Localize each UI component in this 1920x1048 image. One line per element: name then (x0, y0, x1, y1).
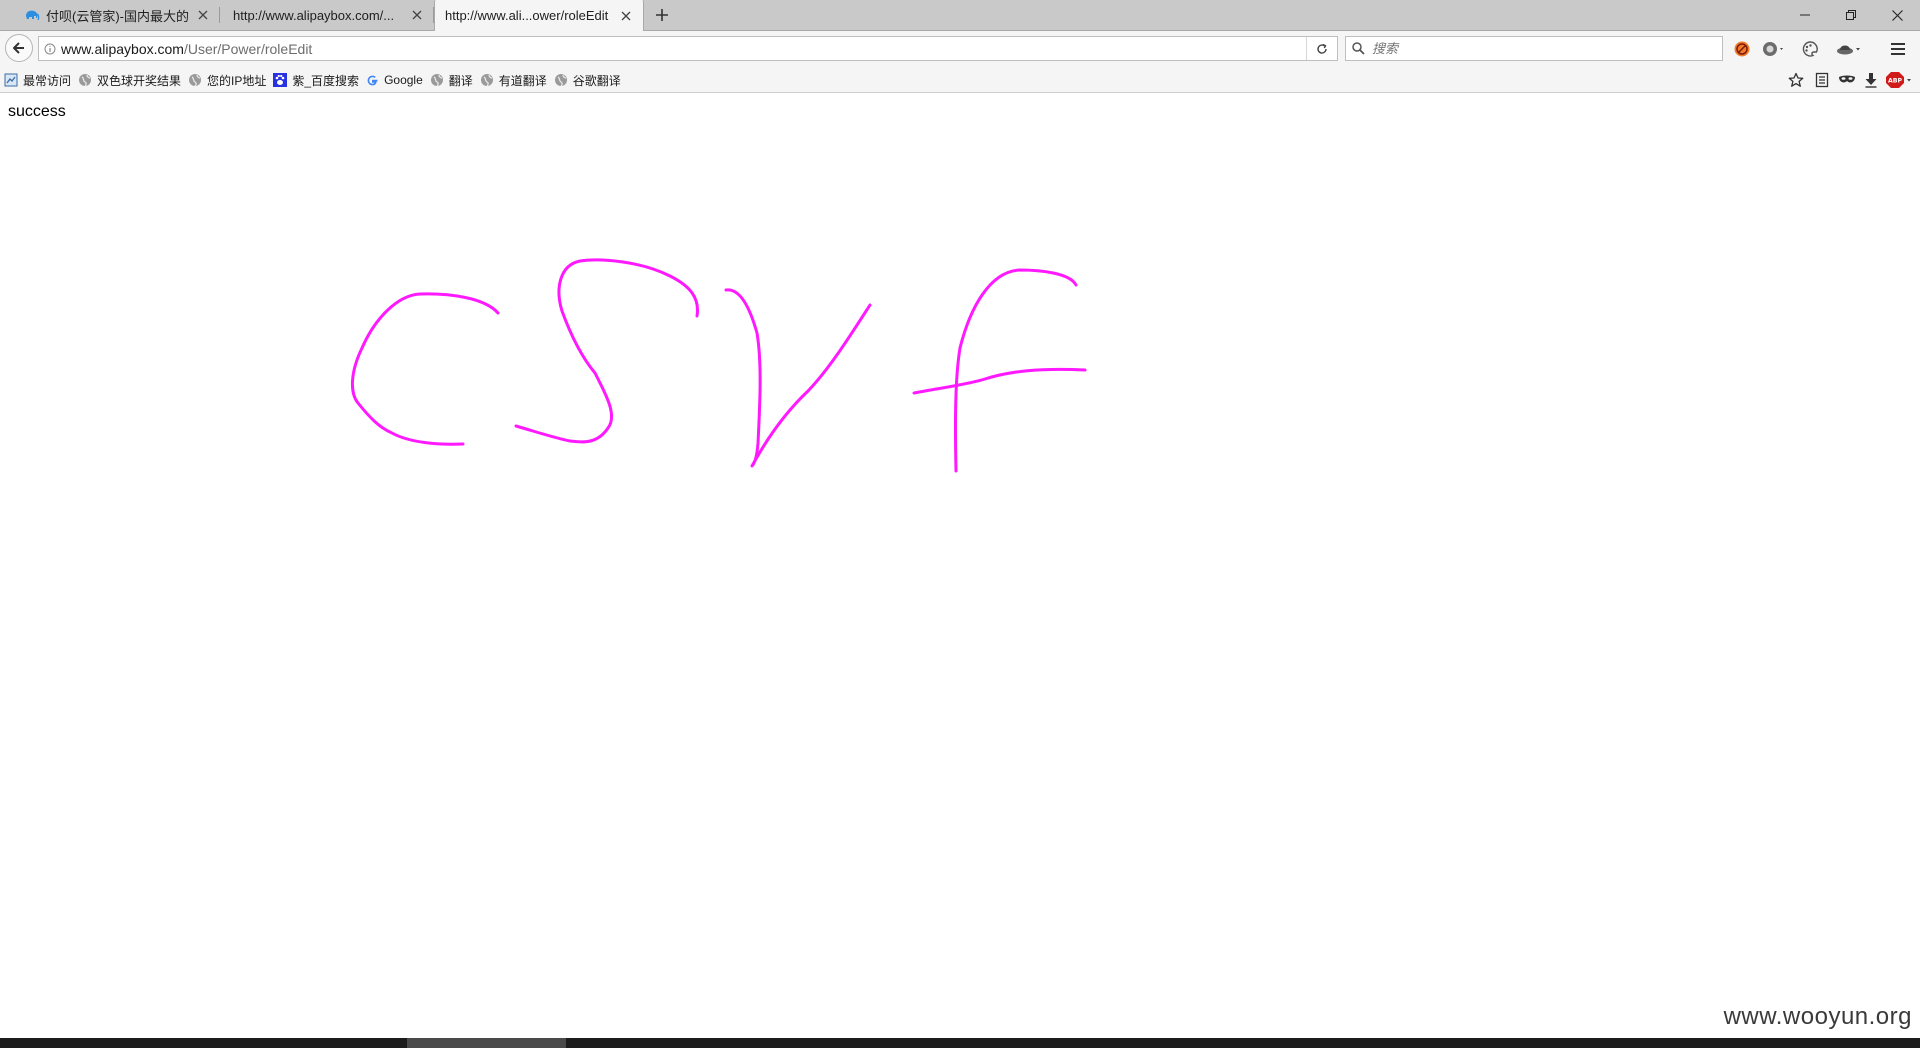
new-tab-button[interactable] (652, 5, 672, 25)
globe-icon (480, 73, 494, 87)
bookmark-label: 双色球开奖结果 (97, 73, 182, 88)
close-window-icon[interactable] (1874, 0, 1920, 30)
reload-icon[interactable] (1306, 37, 1337, 60)
hat-menu-icon[interactable] (1836, 38, 1864, 60)
back-button[interactable] (5, 34, 33, 62)
page-content: success www.wooyun.org (0, 93, 1920, 1038)
tab-strip: 付呗(云管家)-国内最大的... http://www.alipaybox.co… (0, 0, 1920, 31)
handwritten-letter-f-crossbar (912, 367, 1087, 395)
handwritten-csvf-annotation (351, 258, 1087, 473)
bookmarks-toolbar: 最常访问 双色球开奖结果 您的IP地址 紫_百度搜索 Google 翻译 有道翻… (0, 68, 1920, 93)
bookmark-item[interactable]: 谷歌翻译 (554, 72, 621, 89)
bookmark-item[interactable]: Google (366, 73, 423, 87)
google-g-icon (366, 74, 379, 87)
search-bar[interactable] (1345, 36, 1723, 61)
tab-alipaybox[interactable]: http://www.alipaybox.com/... (221, 0, 434, 30)
tab-title: http://www.alipaybox.com/... (233, 7, 395, 23)
handwritten-letter-s (514, 258, 700, 444)
tab-roleedit[interactable]: http://www.ali...ower/roleEdit (434, 0, 644, 31)
bookmark-item[interactable]: 有道翻译 (480, 72, 547, 89)
bookmark-label: 紫_百度搜索 (292, 73, 360, 88)
site-info-icon[interactable] (39, 43, 61, 55)
globe-icon (188, 73, 202, 87)
navigation-toolbar: www.alipaybox.com/User/Power/roleEdit (0, 31, 1920, 68)
address-bar[interactable]: www.alipaybox.com/User/Power/roleEdit (38, 36, 1338, 61)
svg-text:ABP: ABP (1888, 78, 1903, 85)
addon-menu-icon[interactable] (1762, 38, 1786, 60)
palette-icon[interactable] (1801, 38, 1819, 60)
minimize-icon[interactable] (1782, 0, 1828, 30)
handwritten-letter-v (724, 288, 872, 468)
bookmark-folder-icon (4, 73, 18, 87)
hamburger-menu-icon[interactable] (1890, 38, 1906, 60)
baidu-paw-icon (273, 73, 288, 87)
search-icon (1346, 42, 1370, 55)
close-tab-icon[interactable] (410, 8, 424, 22)
bookmark-label: 翻译 (448, 73, 473, 88)
bookmark-star-icon[interactable] (1788, 70, 1804, 90)
elephant-favicon-icon (24, 8, 40, 22)
adblock-plus-icon[interactable]: ABP (1886, 70, 1914, 90)
search-input[interactable] (1370, 40, 1694, 57)
os-taskbar (0, 1038, 1920, 1048)
bookmark-item[interactable]: 您的IP地址 (188, 72, 266, 89)
active-taskbar-button[interactable] (407, 1038, 566, 1048)
bookmark-item[interactable]: 双色球开奖结果 (78, 72, 181, 89)
globe-icon (554, 73, 568, 87)
bookmark-item[interactable]: 紫_百度搜索 (273, 72, 359, 89)
back-arrow-icon (13, 42, 24, 54)
bookmark-label: 最常访问 (23, 73, 72, 88)
bookmark-label: 有道翻译 (498, 73, 547, 88)
bookmark-label: Google (384, 73, 423, 87)
watermark: www.wooyun.org (1723, 1003, 1912, 1030)
bookmark-label: 您的IP地址 (207, 73, 267, 88)
bookmark-item[interactable]: 翻译 (430, 72, 473, 89)
globe-icon (430, 73, 444, 87)
tab-title: http://www.ali...ower/roleEdit (445, 8, 609, 23)
globe-icon (78, 73, 92, 87)
blocked-addon-icon[interactable] (1733, 38, 1751, 60)
download-icon[interactable] (1864, 70, 1878, 90)
url-host: www.alipaybox.com (61, 40, 184, 57)
reader-list-icon[interactable] (1815, 70, 1829, 90)
handwritten-letter-c (351, 292, 500, 446)
close-tab-icon[interactable] (196, 8, 210, 22)
bookmark-item[interactable]: 最常访问 (4, 72, 71, 89)
url-path: /User/Power/roleEdit (183, 40, 313, 57)
tab-fubei[interactable]: 付呗(云管家)-国内最大的... (6, 0, 220, 30)
tab-title: 付呗(云管家)-国内最大的... (46, 8, 188, 24)
bookmark-label: 谷歌翻译 (572, 73, 621, 88)
mask-icon[interactable] (1838, 70, 1856, 90)
restore-icon[interactable] (1828, 0, 1874, 30)
close-tab-icon[interactable] (619, 9, 633, 23)
